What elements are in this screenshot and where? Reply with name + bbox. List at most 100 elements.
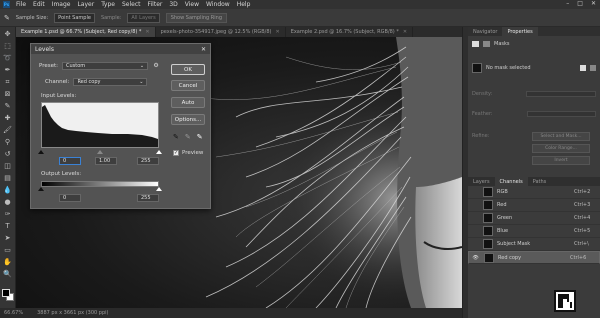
channel-name: Green [497, 215, 513, 221]
doc-tab-pexels[interactable]: pexels-photo-354917.jpeg @ 12.5% (RGB/8)… [156, 27, 286, 37]
channel-row-red[interactable]: Red Ctrl+3 [468, 199, 600, 212]
add-pixel-mask-icon[interactable] [580, 65, 586, 71]
cancel-button[interactable]: Cancel [171, 80, 205, 91]
eyedropper-tool-icon[interactable]: ✎ [4, 14, 10, 22]
preview-toggle[interactable]: ✓ Preview [173, 150, 203, 156]
select-and-mask-button[interactable]: Select and Mask... [532, 132, 590, 141]
marquee-tool-icon[interactable]: ⬚ [2, 41, 14, 51]
dialog-titlebar[interactable]: Levels ✕ [31, 44, 210, 54]
invert-button[interactable]: Invert [532, 156, 590, 165]
input-gamma-handle[interactable] [97, 150, 103, 154]
input-white-field[interactable]: 255 [137, 157, 159, 165]
history-brush-icon[interactable]: ↺ [2, 149, 14, 159]
menu-image[interactable]: Image [52, 1, 71, 8]
move-tool-icon[interactable]: ✥ [2, 29, 14, 39]
gray-point-eyedropper-icon[interactable]: ✎ [185, 133, 191, 141]
black-point-eyedropper-icon[interactable]: ✎ [173, 133, 179, 141]
output-white-field[interactable]: 255 [137, 194, 159, 202]
menu-select[interactable]: Select [122, 1, 141, 8]
dodge-tool-icon[interactable]: ● [2, 197, 14, 207]
doc-tab-example2[interactable]: Example 2.psd @ 16.7% (Subject, RGB/8) *… [286, 27, 414, 37]
menu-help[interactable]: Help [237, 1, 251, 8]
dialog-close-button[interactable]: ✕ [201, 46, 206, 53]
white-point-eyedropper-icon[interactable]: ✎ [197, 133, 203, 141]
preview-checkbox[interactable]: ✓ [173, 150, 179, 156]
type-tool-icon[interactable]: T [2, 221, 14, 231]
preset-gear-icon[interactable]: ⚙ [152, 62, 160, 70]
channel-row-subject-mask[interactable]: Subject Mask Ctrl+\ [468, 238, 600, 251]
zoom-level[interactable]: 66.67% [4, 310, 23, 316]
channel-row-green[interactable]: Green Ctrl+4 [468, 212, 600, 225]
menu-window[interactable]: Window [206, 1, 230, 8]
menu-type[interactable]: Type [101, 1, 115, 8]
menu-layer[interactable]: Layer [77, 1, 94, 8]
menu-file[interactable]: File [16, 1, 26, 8]
path-select-icon[interactable]: ➤ [2, 233, 14, 243]
close-tab-icon[interactable]: ✕ [403, 29, 407, 35]
input-black-handle[interactable] [38, 150, 44, 154]
menu-edit[interactable]: Edit [33, 1, 45, 8]
tab-navigator[interactable]: Navigator [468, 27, 502, 36]
menu-filter[interactable]: Filter [148, 1, 163, 8]
pixel-mask-icon[interactable] [472, 41, 479, 47]
output-black-field[interactable]: 0 [59, 194, 81, 202]
pen-tool-icon[interactable]: ✑ [2, 209, 14, 219]
clone-stamp-icon[interactable]: ⚲ [2, 137, 14, 147]
maximize-button[interactable]: □ [577, 0, 583, 9]
hand-tool-icon[interactable]: ✋ [2, 257, 14, 267]
brush-tool-icon[interactable]: 🖌 [2, 125, 14, 135]
color-swatches[interactable] [2, 289, 14, 301]
output-levels-slider[interactable] [38, 187, 162, 191]
crop-tool-icon[interactable]: ⌗ [2, 77, 14, 87]
doc-tab-example1[interactable]: Example 1.psd @ 66.7% (Subject, Red copy… [16, 27, 156, 37]
channel-row-rgb[interactable]: RGB Ctrl+2 [468, 186, 600, 199]
density-slider[interactable] [526, 91, 596, 97]
gradient-tool-icon[interactable]: ▤ [2, 173, 14, 183]
close-window-button[interactable]: ✕ [591, 0, 596, 9]
sample-select[interactable]: All Layers [127, 12, 160, 23]
visibility-eye-icon[interactable]: 👁 [471, 255, 480, 261]
eyedropper-tool-icon[interactable]: ✎ [2, 101, 14, 111]
input-black-field[interactable]: 0 [59, 157, 81, 165]
input-levels-slider[interactable] [38, 150, 162, 154]
shape-tool-icon[interactable]: ▭ [2, 245, 14, 255]
tab-paths[interactable]: Paths [528, 177, 552, 186]
menu-3d[interactable]: 3D [169, 1, 177, 8]
histogram-graph [42, 105, 158, 147]
channel-row-red-copy[interactable]: 👁 Red copy Ctrl+6 [468, 251, 600, 264]
feather-slider[interactable] [526, 111, 596, 117]
auto-button[interactable]: Auto [171, 97, 205, 108]
sample-size-select[interactable]: Point Sample [54, 12, 95, 23]
minimize-button[interactable]: – [566, 0, 569, 9]
masks-title: Masks [494, 41, 510, 47]
window-controls: – □ ✕ [566, 0, 596, 9]
add-vector-mask-icon[interactable] [590, 65, 596, 71]
menu-view[interactable]: View [185, 1, 199, 8]
eraser-tool-icon[interactable]: ◫ [2, 161, 14, 171]
channel-row-blue[interactable]: Blue Ctrl+5 [468, 225, 600, 238]
show-sampling-ring-toggle[interactable]: Show Sampling Ring [165, 12, 227, 23]
close-tab-icon[interactable]: ✕ [275, 29, 279, 35]
close-tab-icon[interactable]: ✕ [145, 29, 149, 35]
zoom-tool-icon[interactable]: 🔍 [2, 269, 14, 279]
input-white-handle[interactable] [156, 150, 162, 154]
output-white-handle[interactable] [156, 187, 162, 191]
color-range-button[interactable]: Color Range... [532, 144, 590, 153]
vector-mask-icon[interactable] [483, 41, 490, 47]
preset-select[interactable]: Custom ⌄ [62, 62, 149, 70]
tab-properties[interactable]: Properties [502, 27, 538, 36]
healing-brush-icon[interactable]: ✚ [2, 113, 14, 123]
output-black-handle[interactable] [38, 187, 44, 191]
channel-select[interactable]: Red copy ⌄ [73, 78, 148, 86]
blur-tool-icon[interactable]: 💧 [2, 185, 14, 195]
lasso-tool-icon[interactable]: ➰ [2, 53, 14, 63]
frame-tool-icon[interactable]: ⊠ [2, 89, 14, 99]
options-button[interactable]: Options... [171, 114, 205, 125]
quick-select-tool-icon[interactable]: ✒ [2, 65, 14, 75]
tab-layers[interactable]: Layers [468, 177, 495, 186]
channel-value: Red copy [77, 79, 101, 85]
ok-button[interactable]: OK [171, 64, 205, 75]
input-gamma-field[interactable]: 1.00 [95, 157, 117, 165]
foreground-color-swatch[interactable] [2, 289, 10, 297]
tab-channels[interactable]: Channels [494, 177, 528, 186]
